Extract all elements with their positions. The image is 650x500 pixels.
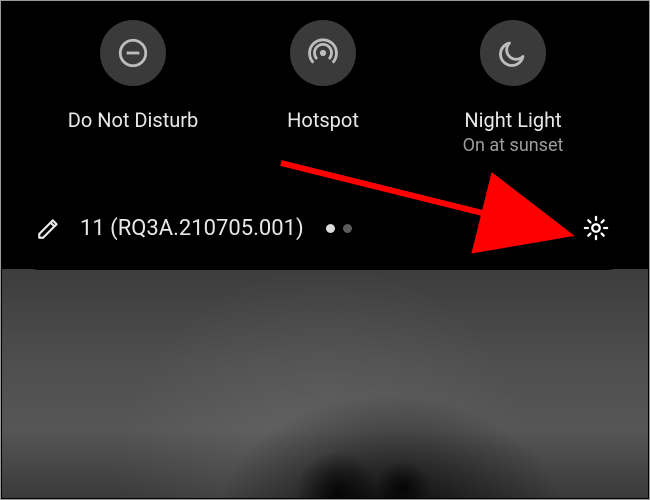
hotspot-icon — [290, 20, 356, 86]
tile-night-light[interactable]: Night Light On at sunset — [428, 20, 598, 156]
quick-settings-panel: Do Not Disturb Hotspot — [12, 2, 634, 270]
page-dot-1 — [326, 224, 335, 233]
tile-label: Hotspot — [287, 108, 359, 133]
do-not-disturb-icon — [100, 20, 166, 86]
night-light-icon — [480, 20, 546, 86]
quick-settings-tiles-row: Do Not Disturb Hotspot — [30, 20, 616, 156]
screenshot-frame: Do Not Disturb Hotspot — [0, 0, 650, 500]
tile-label: Do Not Disturb — [68, 108, 199, 133]
tile-sublabel: On at sunset — [463, 135, 564, 156]
tile-label: Night Light — [464, 108, 561, 133]
tile-hotspot[interactable]: Hotspot — [238, 20, 408, 156]
tile-do-not-disturb[interactable]: Do Not Disturb — [48, 20, 218, 156]
page-indicator[interactable] — [326, 224, 352, 233]
settings-gear-icon[interactable] — [582, 214, 610, 242]
build-text: 11 (RQ3A.210705.001) — [80, 216, 304, 241]
wallpaper — [2, 269, 648, 498]
page-dot-2 — [343, 224, 352, 233]
panel-footer: 11 (RQ3A.210705.001) — [12, 208, 634, 248]
edit-icon[interactable] — [36, 215, 62, 241]
